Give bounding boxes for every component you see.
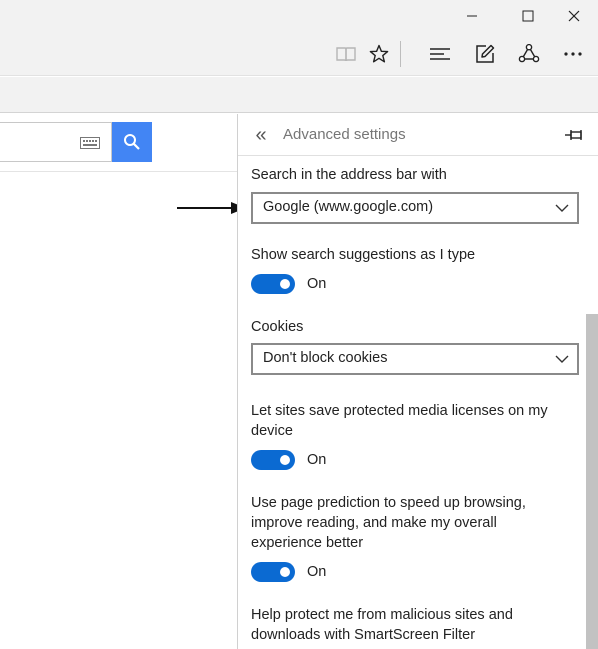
page-prediction-label: Use page prediction to speed up browsing… [251, 495, 526, 551]
search-suggestions-label: Show search suggestions as I type [251, 247, 476, 263]
web-page [0, 114, 238, 649]
toggle-knob [280, 567, 290, 577]
page-divider [0, 171, 238, 172]
close-button[interactable] [551, 0, 597, 32]
smartscreen-label: Help protect me from malicious sites and… [251, 607, 513, 643]
double-chevron-left-icon: « [255, 124, 267, 146]
reading-view-icon [336, 47, 356, 62]
favorites-button[interactable] [357, 32, 401, 76]
hub-icon [430, 48, 450, 60]
panel-header: « Advanced settings [238, 114, 598, 156]
maximize-button[interactable] [505, 0, 551, 32]
keyboard-icon[interactable] [80, 137, 100, 149]
search-suggestions-toggle[interactable] [251, 274, 295, 294]
share-button[interactable] [507, 32, 551, 76]
pin-icon [565, 130, 582, 140]
search-engine-value: Google (www.google.com) [263, 199, 434, 215]
cookies-label: Cookies [251, 319, 304, 335]
close-icon [568, 10, 580, 22]
minimize-icon [467, 15, 477, 17]
media-licenses-state: On [307, 452, 327, 468]
maximize-icon [522, 10, 534, 22]
advanced-settings-panel: « Advanced settings Search in the addres… [237, 114, 598, 649]
page-search-input[interactable] [0, 122, 112, 162]
search-suggestions-state: On [307, 276, 327, 292]
favorites-bar [0, 77, 598, 113]
share-icon [518, 44, 540, 63]
page-search-button[interactable] [112, 122, 152, 162]
back-button[interactable]: « [250, 124, 272, 146]
more-button[interactable] [551, 32, 595, 76]
more-icon [564, 52, 582, 56]
toggle-knob [280, 279, 290, 289]
panel-scrollbar[interactable] [586, 314, 598, 649]
page-prediction-state: On [307, 564, 327, 580]
chevron-down-icon [555, 355, 569, 363]
toolbar-separator [400, 41, 401, 67]
search-engine-select[interactable]: Google (www.google.com) [251, 192, 579, 224]
chevron-down-icon [555, 204, 569, 212]
page-prediction-toggle[interactable] [251, 562, 295, 582]
media-licenses-toggle[interactable] [251, 450, 295, 470]
cookies-select[interactable]: Don't block cookies [251, 343, 579, 375]
cookies-value: Don't block cookies [263, 350, 388, 366]
title-bar [0, 0, 598, 32]
media-licenses-label: Let sites save protected media licenses … [251, 403, 548, 439]
pin-button[interactable] [564, 126, 584, 144]
web-note-button[interactable] [463, 32, 507, 76]
web-note-icon [476, 44, 495, 63]
minimize-button[interactable] [449, 0, 495, 32]
toggle-knob [280, 455, 290, 465]
favorite-star-icon [369, 44, 389, 63]
search-icon [124, 134, 140, 150]
hub-button[interactable] [418, 32, 462, 76]
search-engine-label: Search in the address bar with [251, 167, 447, 183]
browser-toolbar [0, 32, 598, 76]
panel-title: Advanced settings [283, 126, 406, 143]
